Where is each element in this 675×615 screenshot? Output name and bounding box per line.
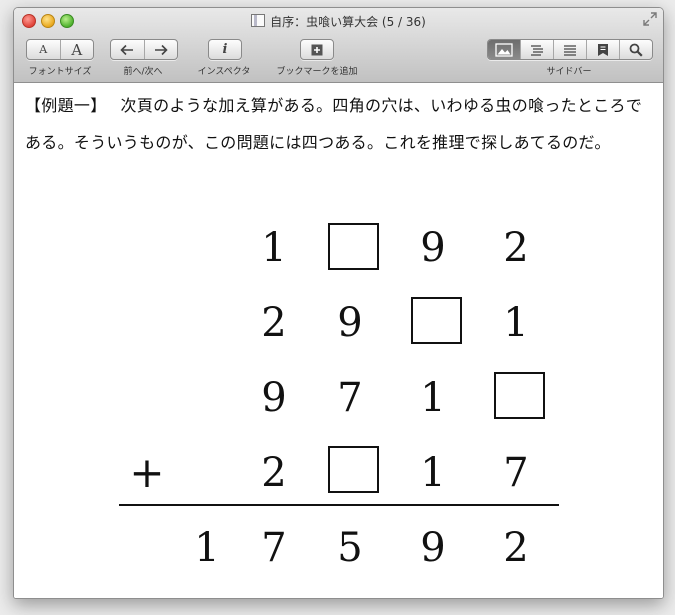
puzzle-digit: 1	[261, 225, 287, 271]
font-smaller-button[interactable]: A	[27, 40, 60, 59]
arrow-right-icon	[154, 44, 168, 55]
puzzle-digit: 7	[503, 450, 529, 496]
puzzle-digit: 1	[420, 375, 446, 421]
puzzle-blank-box	[328, 223, 379, 270]
puzzle-digit: 9	[261, 375, 287, 421]
font-large-a: A	[71, 40, 83, 59]
example-paragraph: 【例題一】 次頁のような加え算がある。四角の穴は、いわゆる虫の喰ったところである。…	[25, 87, 655, 161]
app-window: 自序：虫喰い算大会 (5 / 36) A A フォントサイズ 前へ/次へ i イ…	[13, 7, 664, 599]
sum-divider-line	[119, 504, 559, 506]
list-icon	[564, 44, 576, 56]
add-bookmark-label: ブックマークを追加	[276, 67, 358, 77]
puzzle-digit: 7	[337, 375, 363, 421]
sidebar-segmented-control	[487, 39, 653, 60]
prev-next-segmented-control	[110, 39, 178, 60]
sidebar-list-button[interactable]	[553, 40, 586, 59]
bookmarks-icon	[598, 43, 608, 56]
puzzle-digit: 2	[261, 300, 287, 346]
document-icon	[251, 14, 266, 27]
result-digit: 1	[194, 525, 220, 571]
inspector-cell: i	[209, 40, 241, 59]
bookmark-cell	[301, 40, 333, 59]
search-icon	[629, 43, 643, 57]
add-bookmark-icon	[311, 44, 323, 55]
puzzle-digit: 9	[420, 225, 446, 271]
puzzle-digit: 1	[420, 450, 446, 496]
image-icon	[495, 42, 513, 57]
title-toolbar: 自序：虫喰い算大会 (5 / 36) A A フォントサイズ 前へ/次へ i イ…	[14, 8, 663, 83]
plus-sign: +	[129, 448, 165, 497]
result-digit: 9	[420, 525, 446, 571]
previous-button[interactable]	[111, 40, 144, 59]
arrow-left-icon	[120, 44, 134, 55]
result-digit: 2	[503, 525, 529, 571]
example-text: 次頁のような加え算がある。四角の穴は、いわゆる虫の喰ったところである。そういうも…	[25, 96, 643, 152]
puzzle-digit: 9	[337, 300, 363, 346]
sidebar-toc-button[interactable]	[520, 40, 553, 59]
font-size-segmented-control: A A	[26, 39, 94, 60]
toc-list-icon	[531, 44, 543, 56]
next-button[interactable]	[143, 40, 178, 59]
info-icon: i	[222, 42, 228, 57]
window-title: 自序：虫喰い算大会 (5 / 36)	[14, 13, 663, 30]
puzzle-blank-box	[411, 297, 462, 344]
sidebar-bookmarks-button[interactable]	[586, 40, 619, 59]
font-size-label: フォントサイズ	[28, 67, 92, 77]
window-title-text: 自序：虫喰い算大会 (5 / 36)	[270, 15, 426, 29]
inspector-button[interactable]: i	[208, 39, 242, 60]
prev-next-label: 前へ/次へ	[123, 67, 163, 77]
puzzle-blank-box	[494, 372, 545, 419]
inspector-label: インスペクタ	[197, 67, 251, 77]
sidebar-search-button[interactable]	[619, 40, 652, 59]
result-digit: 7	[261, 525, 287, 571]
puzzle-digit: 2	[503, 225, 529, 271]
fullscreen-icon[interactable]	[643, 12, 657, 26]
font-larger-button[interactable]: A	[59, 40, 94, 59]
add-bookmark-button[interactable]	[300, 39, 334, 60]
puzzle-blank-box	[328, 446, 379, 493]
sidebar-thumbnails-button[interactable]	[488, 40, 520, 59]
puzzle-digit: 2	[261, 450, 287, 496]
example-heading: 【例題一】	[25, 96, 107, 115]
font-small-a: A	[39, 43, 48, 56]
puzzle-digit: 1	[503, 300, 529, 346]
result-digit: 5	[337, 525, 363, 571]
sidebar-label: サイドバー	[546, 67, 592, 77]
